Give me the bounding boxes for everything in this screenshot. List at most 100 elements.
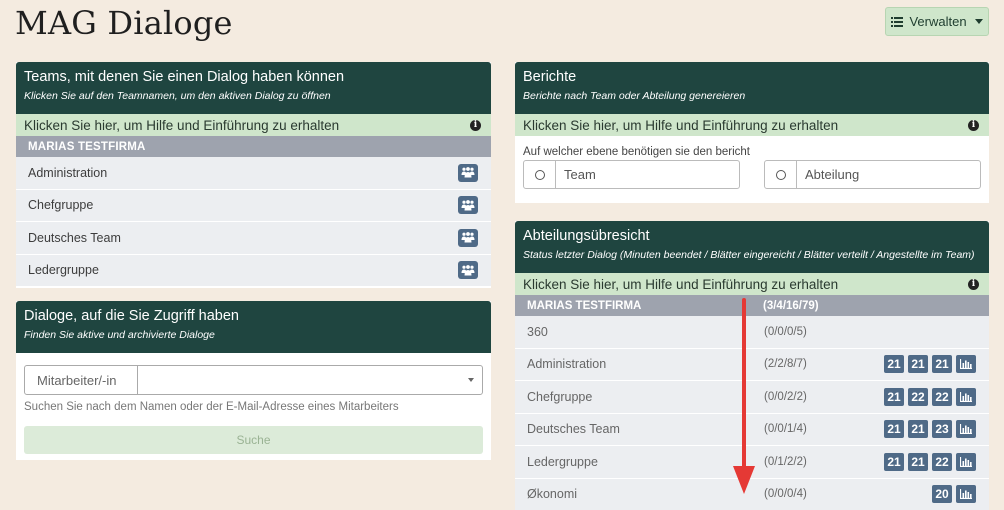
teams-panel-subtitle: Klicken Sie auf den Teamnamen, um den ak… — [24, 90, 331, 102]
dialog-year-badge[interactable]: 21 — [884, 387, 904, 406]
dept-company-header: MARIAS TESTFIRMA (3/4/16/79) — [515, 295, 989, 316]
dialog-year-badge[interactable]: 23 — [932, 420, 952, 439]
teams-panel: Teams, mit denen Sie einen Dialog haben … — [16, 62, 491, 288]
teams-panel-header: Teams, mit denen Sie einen Dialog haben … — [16, 62, 491, 114]
radio-label: Team — [564, 167, 596, 182]
team-name[interactable]: Chefgruppe — [28, 198, 93, 212]
info-icon: i — [968, 278, 979, 290]
help-text: Klicken Sie hier, um Hilfe und Einführun… — [24, 117, 340, 133]
bar-chart-icon[interactable] — [956, 452, 976, 471]
department-list: 360 (0/0/0/5) Administration (2/2/8/7) 21 21 2… — [515, 316, 989, 510]
search-hint: Suchen Sie nach dem Namen oder der E-Mai… — [24, 401, 399, 413]
department-name[interactable]: 360 — [527, 325, 548, 339]
list-icon — [891, 16, 904, 27]
group-icon[interactable] — [458, 163, 478, 182]
teams-panel-title: Teams, mit denen Sie einen Dialog haben … — [24, 69, 345, 85]
group-icon[interactable] — [458, 261, 478, 280]
team-row[interactable]: Deutsches Team — [16, 222, 491, 255]
department-name[interactable]: Økonomi — [527, 487, 577, 501]
teams-help-bar[interactable]: Klicken Sie hier, um Hilfe und Einführun… — [16, 114, 491, 136]
company-stats: (3/4/16/79) — [763, 299, 819, 312]
team-list: Administration Chefgruppe Deutsches Team Le… — [16, 157, 491, 287]
department-row[interactable]: Administration (2/2/8/7) 21 21 21 — [515, 348, 989, 381]
reports-help-bar[interactable]: Klicken Sie hier, um Hilfe und Einführun… — [515, 114, 989, 136]
department-row[interactable]: Chefgruppe (0/0/2/2) 21 22 22 — [515, 381, 989, 414]
dialog-year-badge[interactable]: 21 — [908, 420, 928, 439]
group-icon[interactable] — [458, 196, 478, 215]
employee-search-group: Mitarbeiter/-in — [24, 365, 483, 395]
manage-dropdown-button[interactable]: Verwalten — [885, 7, 989, 36]
caret-down-icon — [974, 19, 983, 24]
search-panel-subtitle: Finden Sie aktive und archivierte Dialog… — [24, 329, 215, 341]
team-name[interactable]: Ledergruppe — [28, 263, 99, 277]
dept-help-bar[interactable]: Klicken Sie hier, um Hilfe und Einführun… — [515, 273, 989, 295]
employee-select[interactable] — [138, 366, 482, 394]
info-icon: i — [470, 119, 481, 131]
search-panel-title: Dialoge, auf die Sie Zugriff haben — [24, 308, 239, 324]
search-button[interactable]: Suche — [24, 426, 483, 454]
radio-circle-icon — [534, 169, 545, 180]
department-overview-panel: Abteilungsübresicht Status letzter Dialo… — [515, 221, 989, 510]
reports-panel-header: Berichte Berichte nach Team oder Abteilu… — [515, 62, 989, 114]
reports-panel: Berichte Berichte nach Team oder Abteilu… — [515, 62, 989, 203]
radio-circle-icon — [775, 169, 786, 180]
search-panel: Dialoge, auf die Sie Zugriff haben Finde… — [16, 301, 491, 460]
company-header: MARIAS TESTFIRMA — [16, 136, 491, 157]
dept-panel-subtitle: Status letzter Dialog (Minuten beendet /… — [523, 249, 975, 261]
bar-chart-icon[interactable] — [956, 387, 976, 406]
dialog-year-badge[interactable]: 21 — [884, 420, 904, 439]
dialog-year-badge[interactable]: 21 — [884, 355, 904, 374]
employee-field-label: Mitarbeiter/-in — [25, 366, 138, 394]
department-stats: (0/0/0/4) — [764, 488, 807, 501]
team-row[interactable]: Chefgruppe — [16, 189, 491, 222]
department-stats: (0/0/0/5) — [764, 325, 807, 338]
team-name[interactable]: Administration — [28, 166, 107, 180]
dialog-year-badge[interactable]: 21 — [908, 452, 928, 471]
dialog-year-badge[interactable]: 22 — [932, 452, 952, 471]
department-stats: (0/1/2/2) — [764, 455, 807, 468]
manage-label: Verwalten — [909, 14, 967, 29]
bar-chart-icon[interactable] — [956, 420, 976, 439]
department-row[interactable]: 360 (0/0/0/5) — [515, 316, 989, 349]
department-name[interactable]: Chefgruppe — [527, 390, 592, 404]
department-row[interactable]: Ledergruppe (0/1/2/2) 21 21 22 — [515, 446, 989, 479]
reports-panel-title: Berichte — [523, 69, 577, 85]
team-row[interactable]: Administration — [16, 157, 491, 190]
dialog-badges: 21 21 22 — [884, 452, 976, 471]
page-title: MAG Dialoge — [15, 4, 233, 42]
info-icon: i — [968, 119, 979, 131]
department-row[interactable]: Økonomi (0/0/0/4) 20 — [515, 478, 989, 510]
dialog-year-badge[interactable]: 22 — [932, 387, 952, 406]
help-text: Klicken Sie hier, um Hilfe und Einführun… — [523, 276, 839, 292]
dept-panel-header: Abteilungsübresicht Status letzter Dialo… — [515, 221, 989, 273]
radio-team[interactable]: Team — [523, 160, 740, 189]
help-text: Klicken Sie hier, um Hilfe und Einführun… — [523, 117, 839, 133]
radio-department[interactable]: Abteilung — [764, 160, 981, 189]
radio-label: Abteilung — [805, 167, 860, 182]
department-name[interactable]: Administration — [527, 357, 606, 371]
reports-panel-subtitle: Berichte nach Team oder Abteilung genere… — [523, 90, 746, 102]
department-name[interactable]: Ledergruppe — [527, 455, 598, 469]
department-stats: (0/0/1/4) — [764, 423, 807, 436]
department-row[interactable]: Deutsches Team (0/0/1/4) 21 21 23 — [515, 413, 989, 446]
department-stats: (2/2/8/7) — [764, 358, 807, 371]
team-row[interactable]: Ledergruppe — [16, 254, 491, 287]
department-stats: (0/0/2/2) — [764, 390, 807, 403]
team-name[interactable]: Deutsches Team — [28, 231, 121, 245]
chevron-down-icon — [468, 378, 474, 382]
department-name[interactable]: Deutsches Team — [527, 422, 620, 436]
dept-panel-title: Abteilungsübresicht — [523, 228, 650, 244]
report-level-question: Auf welcher ebene benötigen sie den beri… — [523, 146, 750, 158]
bar-chart-icon[interactable] — [956, 355, 976, 374]
company-name: MARIAS TESTFIRMA — [527, 299, 642, 312]
search-panel-header: Dialoge, auf die Sie Zugriff haben Finde… — [16, 301, 491, 353]
group-icon[interactable] — [458, 228, 478, 247]
dialog-year-badge[interactable]: 22 — [908, 387, 928, 406]
dialog-year-badge[interactable]: 20 — [932, 485, 952, 504]
dialog-year-badge[interactable]: 21 — [908, 355, 928, 374]
dialog-year-badge[interactable]: 21 — [884, 452, 904, 471]
dialog-year-badge[interactable]: 21 — [932, 355, 952, 374]
dialog-badges: 21 21 21 — [884, 355, 976, 374]
report-level-options: Team Abteilung — [515, 158, 989, 189]
bar-chart-icon[interactable] — [956, 485, 976, 504]
